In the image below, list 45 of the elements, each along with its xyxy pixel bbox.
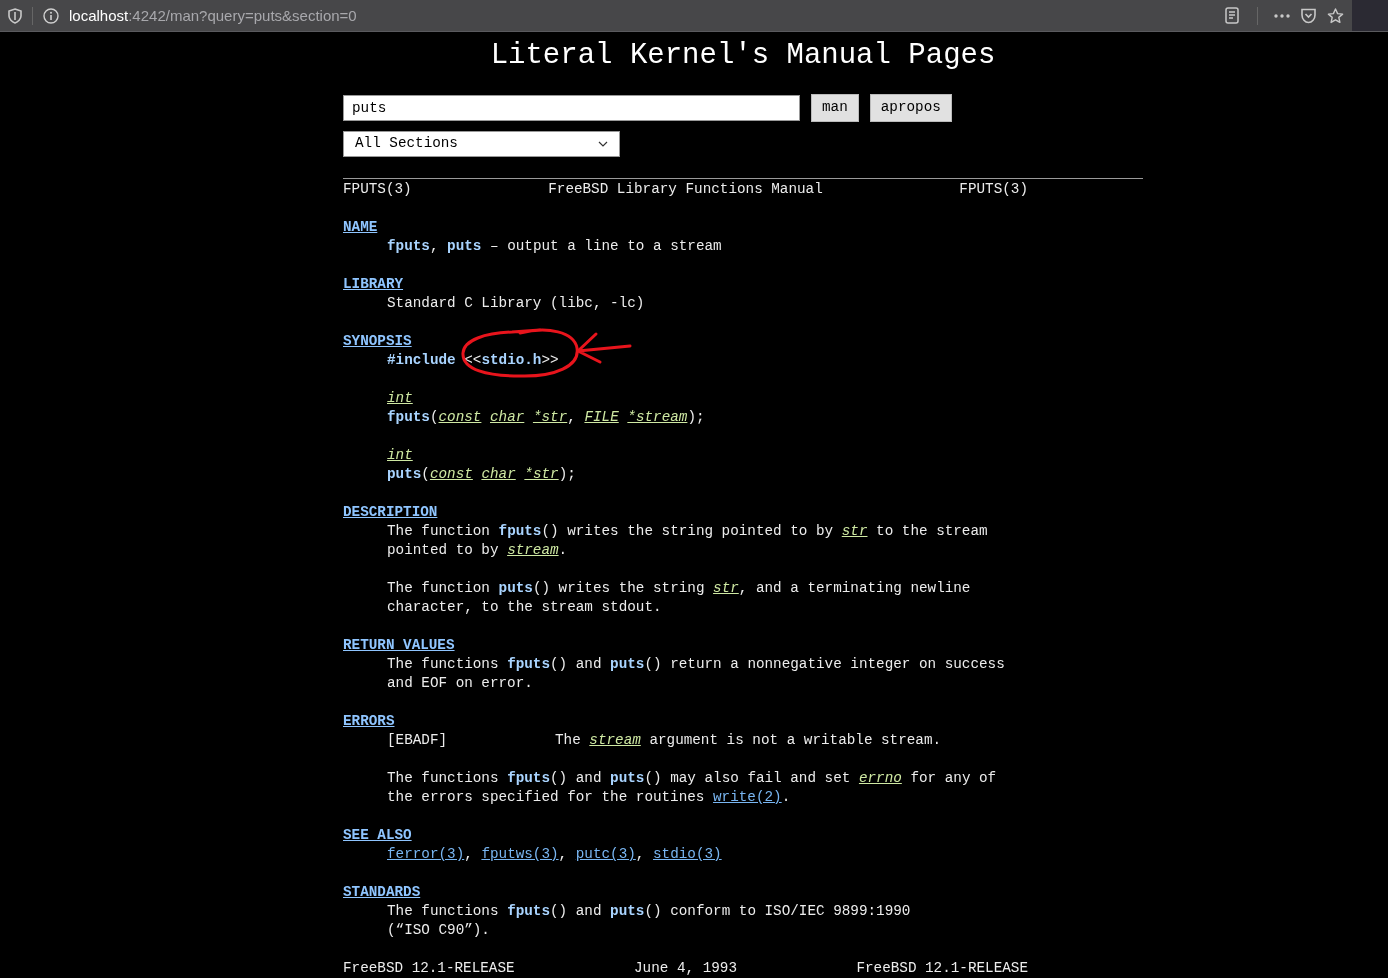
info-icon[interactable] bbox=[43, 7, 59, 24]
section-select[interactable]: All Sections bbox=[343, 131, 620, 157]
search-button[interactable]: man bbox=[811, 94, 859, 122]
header-text: FPUTS(3) bbox=[343, 180, 412, 199]
shield-icon[interactable] bbox=[8, 7, 22, 24]
paragraph-text: int puts(const char *str); bbox=[387, 446, 576, 484]
page-title: Literal Kernel's Manual Pages bbox=[490, 38, 996, 74]
search-field[interactable]: puts bbox=[343, 95, 800, 121]
section-heading[interactable]: DESCRIPTION bbox=[343, 504, 438, 520]
star-icon[interactable] bbox=[1327, 7, 1344, 24]
section-heading[interactable]: NAME bbox=[343, 219, 378, 235]
paragraph-text: #include <<stdio.h>> bbox=[387, 351, 559, 370]
url-text[interactable]: localhost:4242/man?query=puts&section=0 bbox=[69, 5, 357, 26]
paragraph-text: The function fputs() writes the string pointed to by str to the stream pointed to by stream. bbox=[387, 522, 988, 560]
section-heading[interactable]: LIBRARY bbox=[343, 276, 404, 292]
header-text: FPUTS(3) bbox=[959, 180, 1028, 199]
error-code: [EBADF] bbox=[387, 731, 449, 750]
paragraph-text: The functions fputs() and puts() may also fail and set errno for any of the errors specified for the routines write(2). bbox=[387, 769, 997, 807]
manual-link[interactable]: ferror(3) bbox=[387, 846, 465, 862]
paragraph-text: fputs, puts – output a line to a stream bbox=[387, 237, 722, 256]
paragraph-text: Standard C Library (libc, -lc) bbox=[387, 294, 645, 313]
section-heading[interactable]: ERRORS bbox=[343, 713, 395, 729]
search-button[interactable]: apropos bbox=[869, 94, 952, 122]
section-heading[interactable]: RETURN VALUES bbox=[343, 637, 455, 653]
paragraph-text: The function puts() writes the string str, and a terminating newline character, to the stream stdout. bbox=[387, 579, 971, 617]
footer-text: June 4, 1993 bbox=[634, 959, 737, 978]
manual-link[interactable]: putc(3) bbox=[575, 846, 636, 862]
more-icon[interactable] bbox=[1274, 13, 1290, 18]
section-heading[interactable]: STANDARDS bbox=[343, 884, 421, 900]
manual-link[interactable]: fputws(3) bbox=[481, 846, 559, 862]
paragraph-text: int fputs(const char *str, FILE *stream); bbox=[387, 389, 705, 427]
footer-text: FreeBSD 12.1-RELEASE bbox=[856, 959, 1028, 978]
manual-link[interactable]: stdio(3) bbox=[653, 846, 722, 862]
footer-text: FreeBSD 12.1-RELEASE bbox=[343, 959, 515, 978]
reader-view-icon[interactable] bbox=[1225, 7, 1239, 24]
section-heading[interactable]: SEE ALSO bbox=[343, 827, 412, 843]
paragraph-text: ferror(3), fputws(3), putc(3), stdio(3) bbox=[387, 845, 722, 864]
paragraph-text: The functions fputs() and puts() return a nonnegative integer on success and EOF on error. bbox=[387, 655, 1005, 693]
header-text: FreeBSD Library Functions Manual bbox=[548, 180, 823, 199]
error-description: The stream argument is not a writable stream. bbox=[555, 731, 942, 750]
manual-link[interactable]: write(2) bbox=[713, 789, 782, 805]
chevron-icon bbox=[598, 141, 608, 147]
paragraph-text: The functions fputs() and puts() conform to ISO/IEC 9899:1990 (“ISO C90”). bbox=[387, 902, 911, 940]
section-heading[interactable]: SYNOPSIS bbox=[343, 333, 412, 349]
pocket-icon[interactable] bbox=[1300, 7, 1317, 24]
